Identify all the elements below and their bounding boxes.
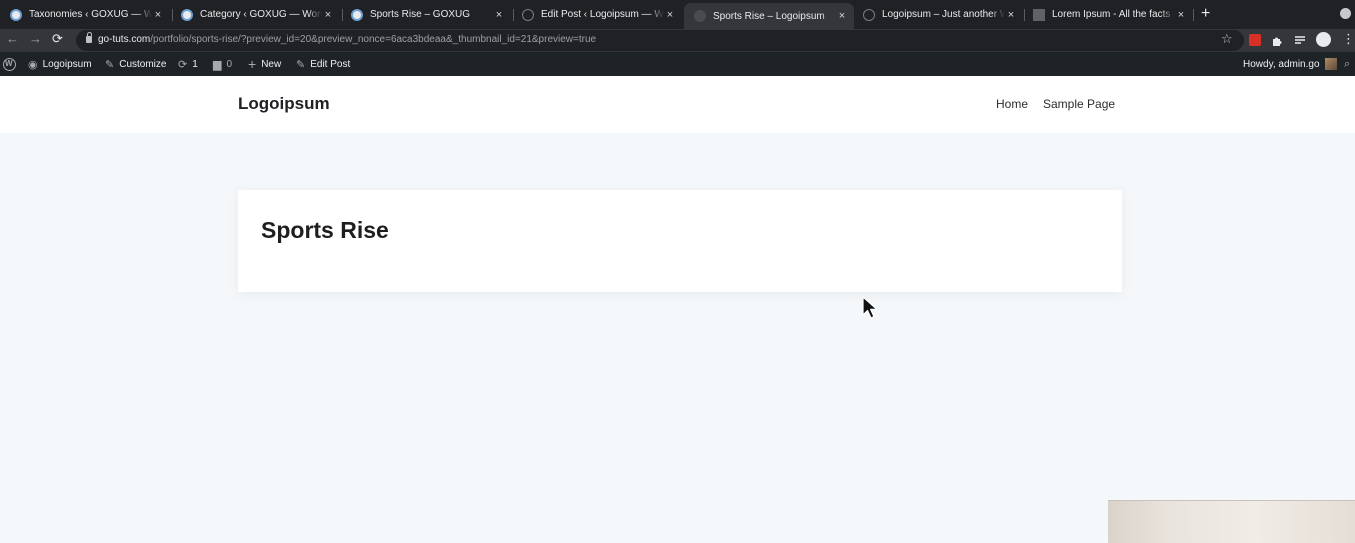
close-icon[interactable]: × (1005, 9, 1017, 21)
tab-title: Sports Rise – GOXUG (370, 9, 471, 20)
dashboard-icon: ◉ (28, 58, 38, 71)
updates-link[interactable]: ⟳ 1 (178, 52, 198, 76)
browser-tab-active[interactable]: Sports Rise – Logoipsum × (684, 3, 854, 29)
wordpress-icon (10, 8, 22, 21)
site-name-link[interactable]: ◉ Logoipsum (28, 52, 92, 76)
updates-count: 1 (192, 58, 198, 70)
plus-icon: + (248, 56, 257, 72)
url-text[interactable]: go-tuts.com/portfolio/sports-rise/?previ… (98, 34, 596, 45)
reload-button[interactable]: ⟳ (52, 31, 63, 47)
new-tab-button[interactable]: + (1201, 5, 1210, 23)
site-header: Logoipsum Home Sample Page (0, 76, 1355, 133)
new-label: New (261, 58, 282, 70)
close-icon[interactable]: × (664, 9, 676, 21)
tab-title: Logoipsum – Just another WordPress site (882, 9, 1005, 20)
address-bar[interactable]: go-tuts.com/portfolio/sports-rise/?previ… (76, 30, 1244, 51)
new-content-link[interactable]: + New (248, 52, 281, 76)
close-icon[interactable]: × (836, 10, 848, 22)
close-icon[interactable]: × (493, 9, 505, 21)
tab-title: Lorem Ipsum - All the facts - Lipsum (1052, 9, 1175, 20)
site-title[interactable]: Logoipsum (238, 94, 330, 114)
url-path: /portfolio/sports-rise/?preview_id=20&pr… (150, 34, 597, 45)
extension-icon[interactable] (1249, 34, 1261, 46)
site-name: Logoipsum (42, 58, 92, 70)
edit-post-link[interactable]: ✎ Edit Post (296, 52, 350, 76)
customize-link[interactable]: ✎ Customize (105, 52, 166, 76)
wordpress-icon (181, 8, 193, 21)
search-icon: ⌕ (1344, 57, 1351, 70)
tab-separator (1193, 9, 1194, 21)
browser-toolbar: ← → ⟳ go-tuts.com/portfolio/sports-rise/… (0, 29, 1355, 52)
reading-list-icon[interactable] (1294, 34, 1306, 46)
bookmark-star-icon[interactable]: ☆ (1221, 31, 1233, 47)
browser-tab[interactable]: Category ‹ GOXUG — WordPress × (171, 3, 340, 26)
comments-link[interactable]: ▆ 0 (213, 52, 232, 76)
profile-icon[interactable] (1316, 32, 1331, 47)
webcam-overlay (1108, 500, 1355, 543)
my-account-link[interactable]: Howdy, admin.go (1243, 52, 1337, 76)
puzzle-icon[interactable] (1271, 34, 1283, 46)
edit-post-label: Edit Post (310, 58, 351, 70)
tab-search-icon[interactable] (1340, 8, 1351, 19)
close-icon[interactable]: × (1175, 9, 1187, 21)
browser-tab[interactable]: Lorem Ipsum - All the facts - Lipsum × (1023, 3, 1193, 26)
forward-button[interactable]: → (29, 31, 42, 46)
pencil-icon: ✎ (296, 58, 306, 71)
browser-tab-strip: Taxonomies ‹ GOXUG — WordPress × Categor… (0, 0, 1355, 29)
page-icon (1033, 8, 1045, 21)
brush-icon: ✎ (105, 58, 115, 71)
tab-title: Taxonomies ‹ GOXUG — WordPress (29, 9, 152, 20)
close-icon[interactable]: × (152, 9, 164, 21)
browser-tab[interactable]: Logoipsum – Just another WordPress site … (853, 3, 1023, 26)
back-button[interactable]: ← (6, 31, 19, 46)
browser-menu-icon[interactable]: ⋮ (1342, 31, 1355, 47)
globe-icon (863, 8, 875, 21)
browser-tab[interactable]: Sports Rise – GOXUG × (341, 3, 511, 26)
wordpress-logo-button[interactable] (3, 52, 16, 76)
comments-count: 0 (226, 58, 233, 70)
tab-title: Edit Post ‹ Logoipsum — WordPress (541, 9, 664, 20)
howdy-label: Howdy, admin.go (1243, 58, 1320, 70)
globe-icon (694, 10, 706, 22)
search-button[interactable]: ⌕ (1344, 52, 1355, 76)
tab-title: Category ‹ GOXUG — WordPress (200, 9, 322, 20)
customize-label: Customize (119, 58, 167, 70)
nav-item-sample-page[interactable]: Sample Page (1043, 97, 1115, 111)
wp-admin-bar: ◉ Logoipsum ✎ Customize ⟳ 1 ▆ 0 + New ✎ … (0, 52, 1355, 76)
avatar (1324, 58, 1337, 70)
close-icon[interactable]: × (322, 9, 334, 21)
lock-icon (86, 32, 92, 43)
post-card: Sports Rise (238, 190, 1122, 292)
tab-title: Sports Rise – Logoipsum (713, 10, 825, 22)
updates-icon: ⟳ (178, 58, 188, 71)
mouse-cursor-icon (862, 296, 878, 319)
browser-tab[interactable]: Taxonomies ‹ GOXUG — WordPress × (0, 3, 170, 26)
post-title: Sports Rise (261, 217, 389, 243)
comment-icon: ▆ (213, 58, 222, 71)
url-host: go-tuts.com (98, 34, 151, 45)
browser-tab[interactable]: Edit Post ‹ Logoipsum — WordPress × (512, 3, 682, 26)
nav-item-home[interactable]: Home (996, 97, 1028, 111)
globe-icon (522, 8, 534, 21)
wordpress-icon (351, 8, 363, 21)
wordpress-icon (3, 57, 16, 71)
